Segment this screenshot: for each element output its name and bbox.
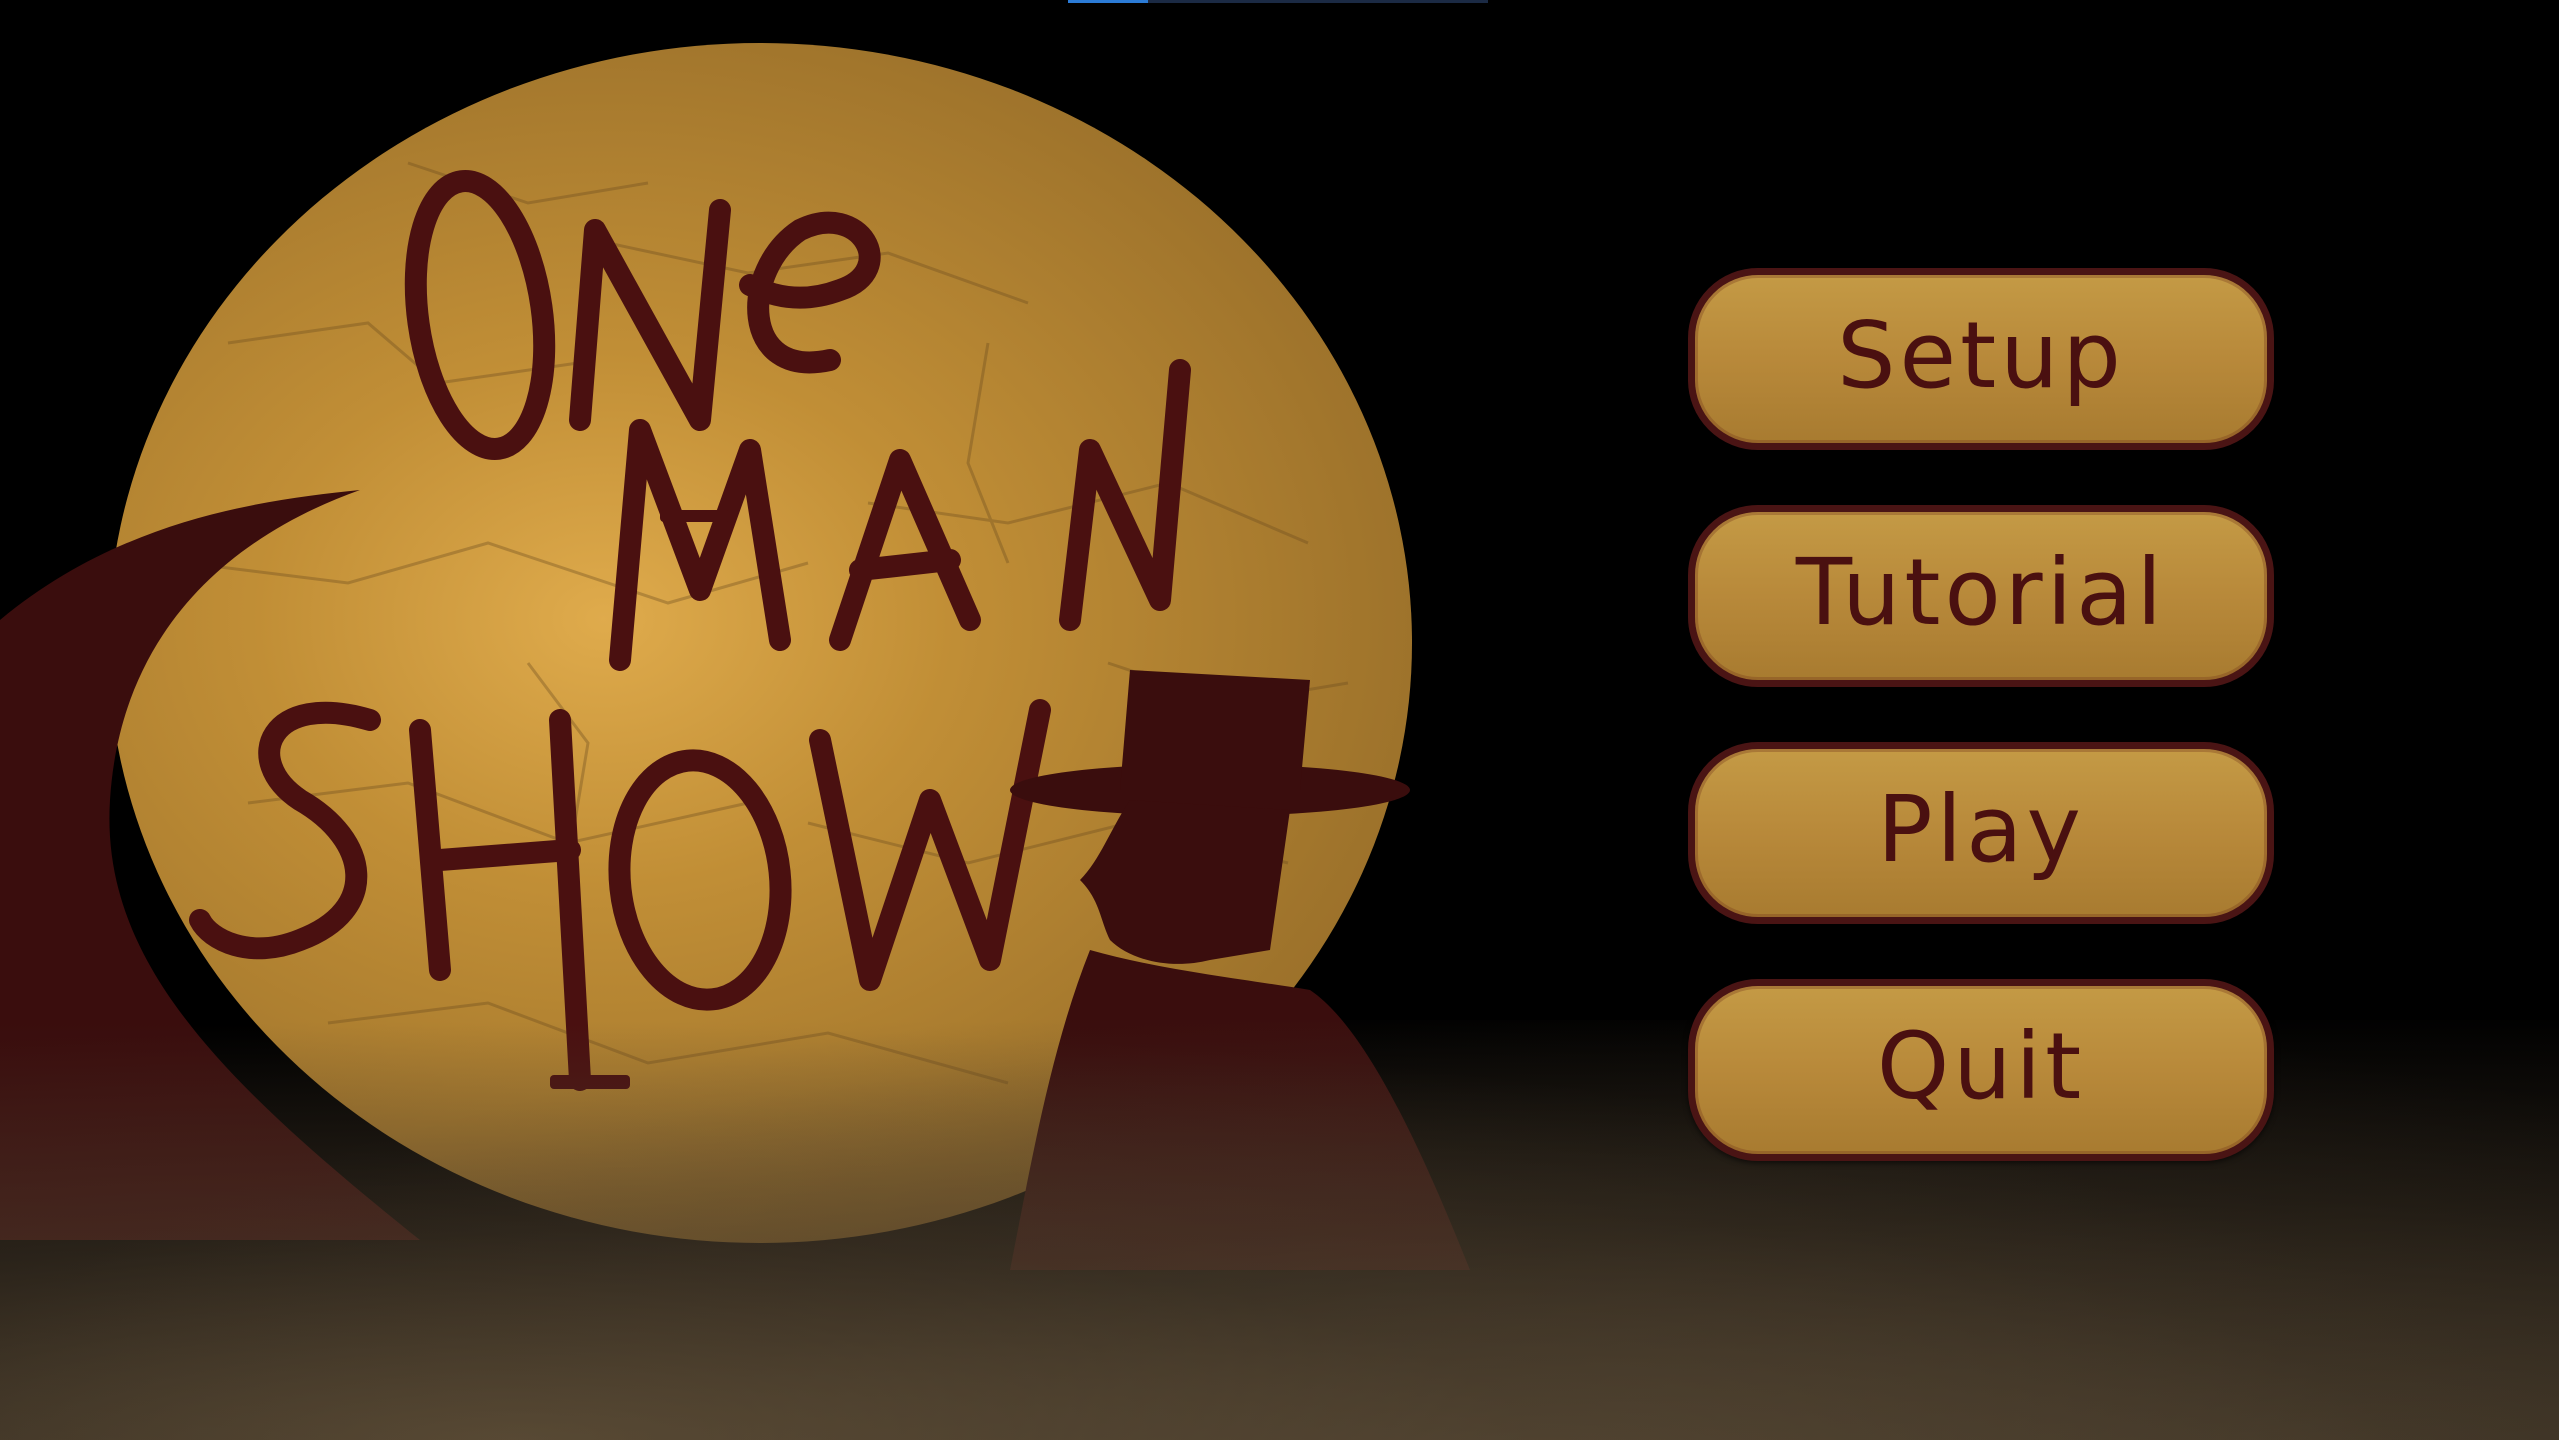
tutorial-button[interactable]: Tutorial <box>1688 505 2274 687</box>
setup-button[interactable]: Setup <box>1688 268 2274 450</box>
man-in-hat-silhouette <box>1010 670 1470 1270</box>
setup-button-label: Setup <box>1837 302 2125 409</box>
main-menu: Setup Tutorial Play Quit <box>1688 268 2282 1216</box>
loading-progress-bar <box>1068 0 1488 3</box>
quit-button-label: Quit <box>1876 1013 2086 1120</box>
loading-progress-fill <box>1068 0 1148 3</box>
tutorial-button-label: Tutorial <box>1795 539 2167 646</box>
play-button-label: Play <box>1877 776 2085 883</box>
quit-button[interactable]: Quit <box>1688 979 2274 1161</box>
title-screen: Setup Tutorial Play Quit <box>0 0 2559 1440</box>
play-button[interactable]: Play <box>1688 742 2274 924</box>
